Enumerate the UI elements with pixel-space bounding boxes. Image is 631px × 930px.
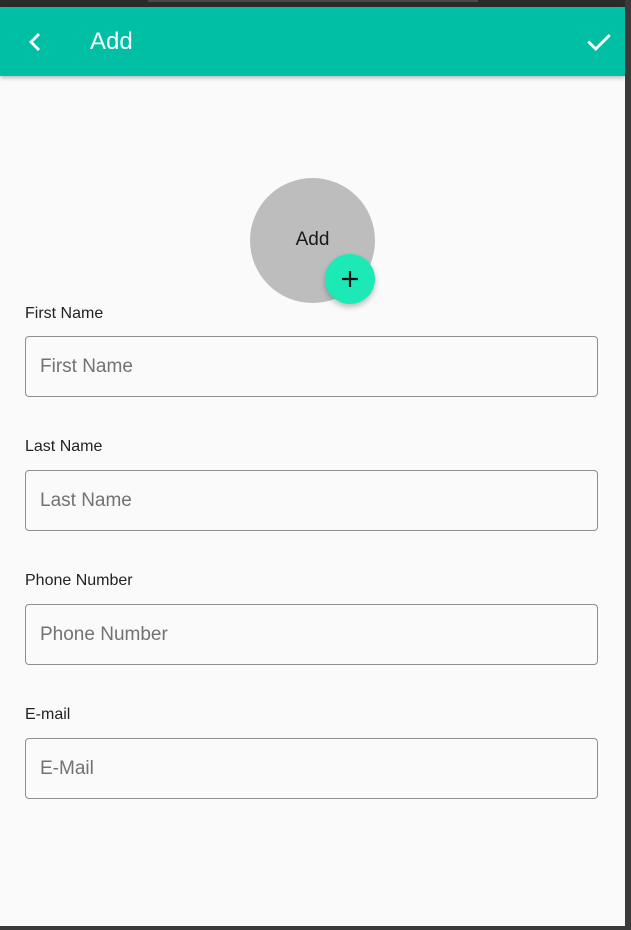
first-name-label: First Name	[25, 305, 104, 322]
save-button[interactable]	[578, 21, 620, 63]
check-icon	[587, 34, 611, 52]
email-input[interactable]	[25, 738, 598, 799]
page-title: Add	[90, 28, 133, 55]
last-name-input[interactable]	[25, 470, 598, 531]
app-screen: Add Add First Name Last Name Phone Numbe…	[0, 0, 625, 926]
app-bar: Add	[0, 7, 625, 76]
phone-number-label: Phone Number	[25, 572, 133, 589]
chevron-left-icon	[29, 33, 40, 51]
back-button[interactable]	[14, 21, 56, 63]
email-label: E-mail	[25, 706, 71, 723]
avatar-label: Add	[295, 228, 330, 250]
first-name-input[interactable]	[25, 336, 598, 397]
phone-number-input[interactable]	[25, 604, 598, 665]
add-photo-button[interactable]	[325, 254, 375, 304]
plus-icon	[342, 271, 358, 287]
last-name-label: Last Name	[25, 438, 103, 455]
status-bar	[0, 0, 625, 7]
